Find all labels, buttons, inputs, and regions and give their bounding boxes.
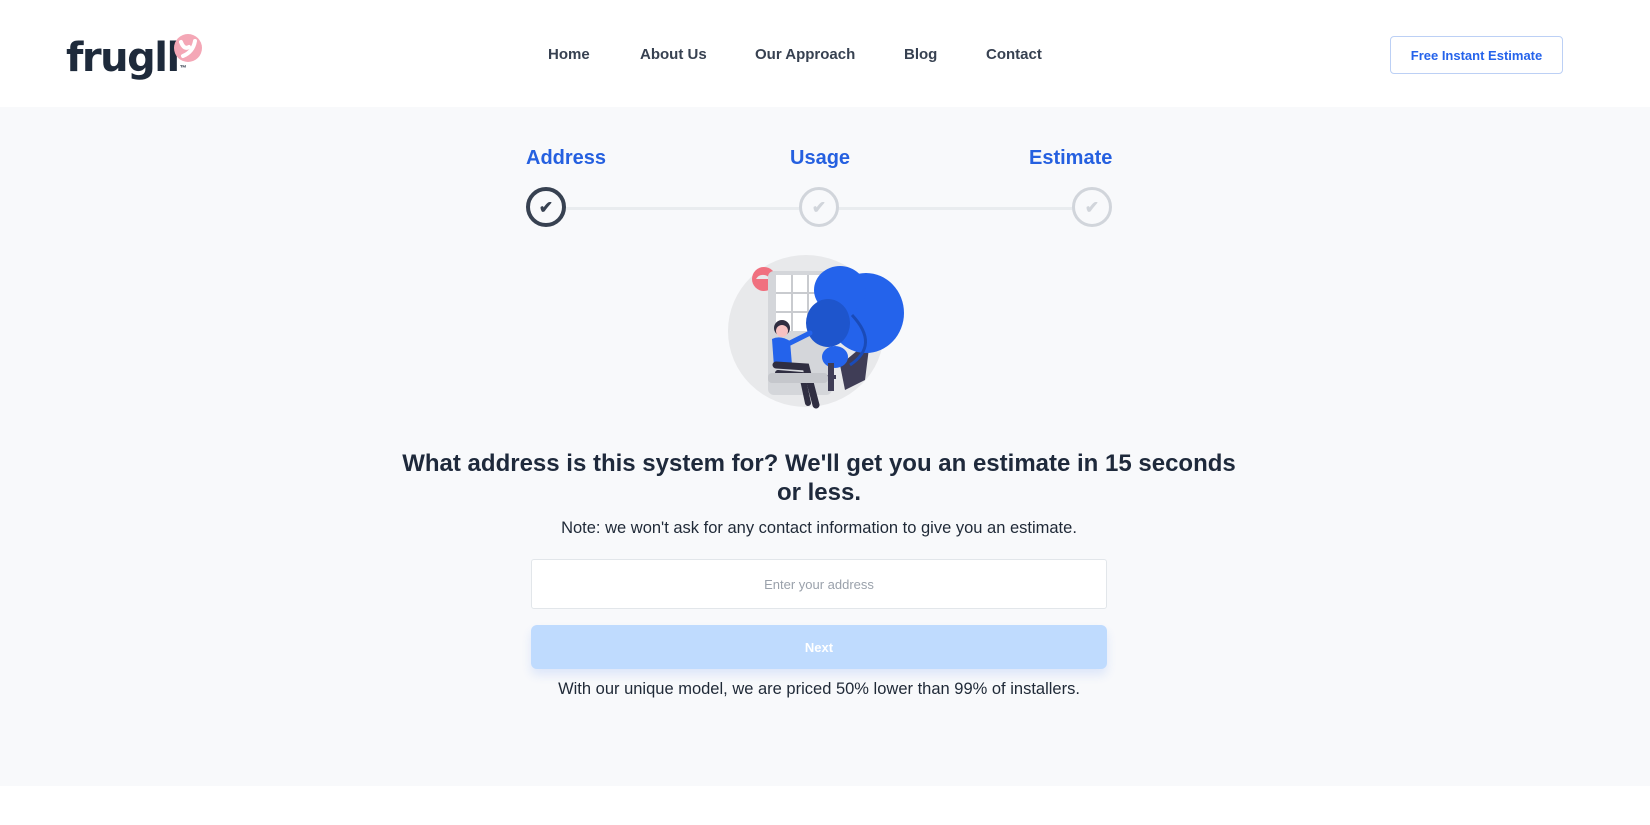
step-indicator-usage: ✔	[799, 187, 839, 227]
estimate-wizard: Address Usage Estimate ✔ ✔ ✔ What addres…	[0, 107, 1650, 786]
nav-home[interactable]: Home	[548, 44, 590, 66]
nav-blog[interactable]: Blog	[904, 44, 937, 66]
logo-trademark: ™	[179, 65, 187, 72]
page-headline: What address is this system for? We'll g…	[402, 450, 1236, 506]
site-header: frugll ™ Home About Us Our Approach Blog…	[0, 0, 1650, 107]
address-input[interactable]	[531, 559, 1107, 609]
next-button[interactable]: Next	[531, 625, 1107, 669]
step-label-estimate: Estimate	[1029, 147, 1113, 169]
check-icon: ✔	[538, 197, 554, 217]
pricing-note: With our unique model, we are priced 50%…	[558, 680, 1080, 698]
check-icon: ✔	[811, 197, 827, 217]
step-label-usage: Usage	[790, 147, 851, 169]
step-label-address: Address	[526, 147, 607, 169]
woman-on-swing-illustration	[728, 255, 904, 409]
nav-about-us[interactable]: About Us	[640, 44, 707, 66]
check-icon: ✔	[1084, 197, 1100, 217]
step-indicator-estimate: ✔	[1072, 187, 1112, 227]
contact-info-note: Note: we won't ask for any contact infor…	[561, 519, 1077, 537]
free-instant-estimate-button[interactable]: Free Instant Estimate	[1390, 36, 1563, 74]
step-indicator-address: ✔	[526, 187, 566, 227]
nav-our-approach[interactable]: Our Approach	[755, 44, 855, 66]
nav-contact[interactable]: Contact	[986, 44, 1042, 66]
footer-strip	[0, 786, 1650, 825]
